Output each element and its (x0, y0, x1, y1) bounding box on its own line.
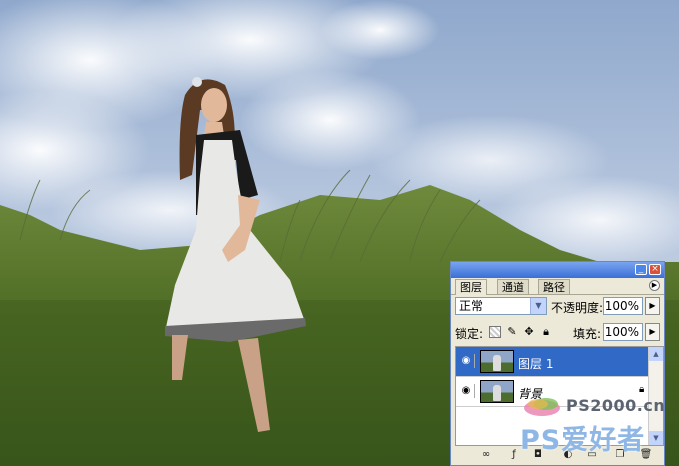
fill-input[interactable]: 100% (603, 323, 643, 341)
panel-tabs: 图层 通道 路径 ▶ (451, 278, 664, 295)
opacity-slider-button[interactable]: ▶ (645, 297, 660, 315)
tab-paths[interactable]: 路径 (538, 279, 570, 294)
lock-row: 锁定: ✎ ✥ 🔒︎ 填充: 100% ▶ (451, 322, 664, 344)
opacity-label: 不透明度: (551, 301, 604, 315)
tab-channels[interactable]: 通道 (497, 279, 529, 294)
layer-thumbnail (480, 350, 514, 373)
lock-transparency-icon[interactable] (489, 326, 501, 338)
blend-row: 正常 ▼ 不透明度: 100% ▶ (451, 296, 664, 318)
fx-icon[interactable]: ƒ (507, 448, 521, 462)
link-icon[interactable]: ∞ (479, 448, 493, 462)
watermark-brand: PS爱好者 (520, 425, 646, 456)
scroll-up-button[interactable]: ▲ (649, 347, 663, 361)
panel-title-bar[interactable]: _ × (451, 262, 664, 278)
minimize-button[interactable]: _ (635, 264, 647, 275)
brush-icon[interactable]: ✎ (506, 326, 518, 338)
lock-icon[interactable]: 🔒︎ (540, 326, 552, 338)
opacity-input[interactable]: 100% (603, 297, 643, 315)
eye-icon[interactable]: ◉ (458, 384, 475, 398)
eye-icon[interactable]: ◉ (458, 354, 475, 368)
fill-label: 填充: (573, 327, 602, 341)
move-icon[interactable]: ✥ (523, 326, 535, 338)
fill-slider-button[interactable]: ▶ (645, 323, 660, 341)
watermark-logo-icon (524, 398, 560, 416)
blend-mode-select[interactable]: 正常 ▼ (455, 297, 547, 315)
lock-label: 锁定: (455, 327, 484, 341)
lock-icon: 🔒︎ (639, 384, 645, 395)
scroll-down-button[interactable]: ▼ (649, 431, 663, 445)
layer-name: 图层 1 (518, 357, 554, 371)
blend-mode-value: 正常 (459, 299, 484, 313)
tab-layers[interactable]: 图层 (455, 279, 487, 295)
layer-thumbnail (480, 380, 514, 403)
watermark-site: PS2000.cn (566, 396, 666, 415)
layer-row-layer-1[interactable]: ◉ 图层 1 (456, 347, 649, 377)
close-button[interactable]: × (649, 264, 661, 275)
panel-menu-button[interactable]: ▶ (649, 280, 660, 291)
chevron-down-icon[interactable]: ▼ (530, 298, 546, 314)
